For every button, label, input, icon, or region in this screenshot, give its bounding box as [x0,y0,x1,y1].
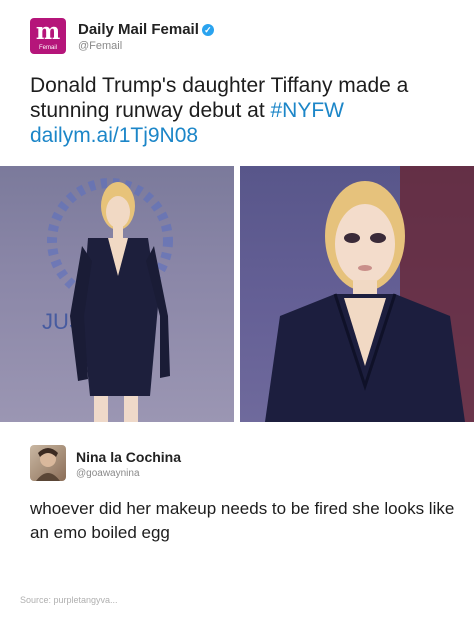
nina-avatar[interactable] [30,445,66,481]
tweet-body: Donald Trump's daughter Tiffany made a s… [30,74,409,122]
runway-photo-closeup[interactable] [240,166,474,422]
original-tweet: m Femail Daily Mail Femail ✓ @Femail Dona… [0,0,474,170]
url-link[interactable]: dailym.ai/1Tj9N08 [30,124,198,147]
avatar-letter: m [35,18,61,45]
reply-tweet: Nina la Cochina @goawaynina whoever did … [0,425,474,620]
reply-author-name[interactable]: Nina la Cochina [76,449,181,465]
runway-photo-full[interactable]: JUS [0,166,234,422]
verified-icon: ✓ [201,24,214,36]
runway-photo-closeup-illustration [265,166,474,422]
daily-mail-femail-avatar[interactable]: m Femail [30,18,66,54]
hashtag-link[interactable]: #NYFW [271,99,345,122]
runway-photo-full-illustration: JUS [42,178,173,422]
author-handle[interactable]: @Femail [78,40,122,52]
tweet-text: Donald Trump's daughter Tiffany made a s… [30,73,460,148]
author-name[interactable]: Daily Mail Femail ✓ [78,21,214,38]
author-name-text: Daily Mail Femail [78,21,199,38]
nina-avatar-image [36,448,60,481]
source-caption: Source: purpletangyva... [20,595,118,605]
avatar-tag: Femail [38,45,57,51]
reply-author-handle[interactable]: @goawaynina [76,468,140,479]
reply-text: whoever did her makeup needs to be fired… [30,499,455,542]
